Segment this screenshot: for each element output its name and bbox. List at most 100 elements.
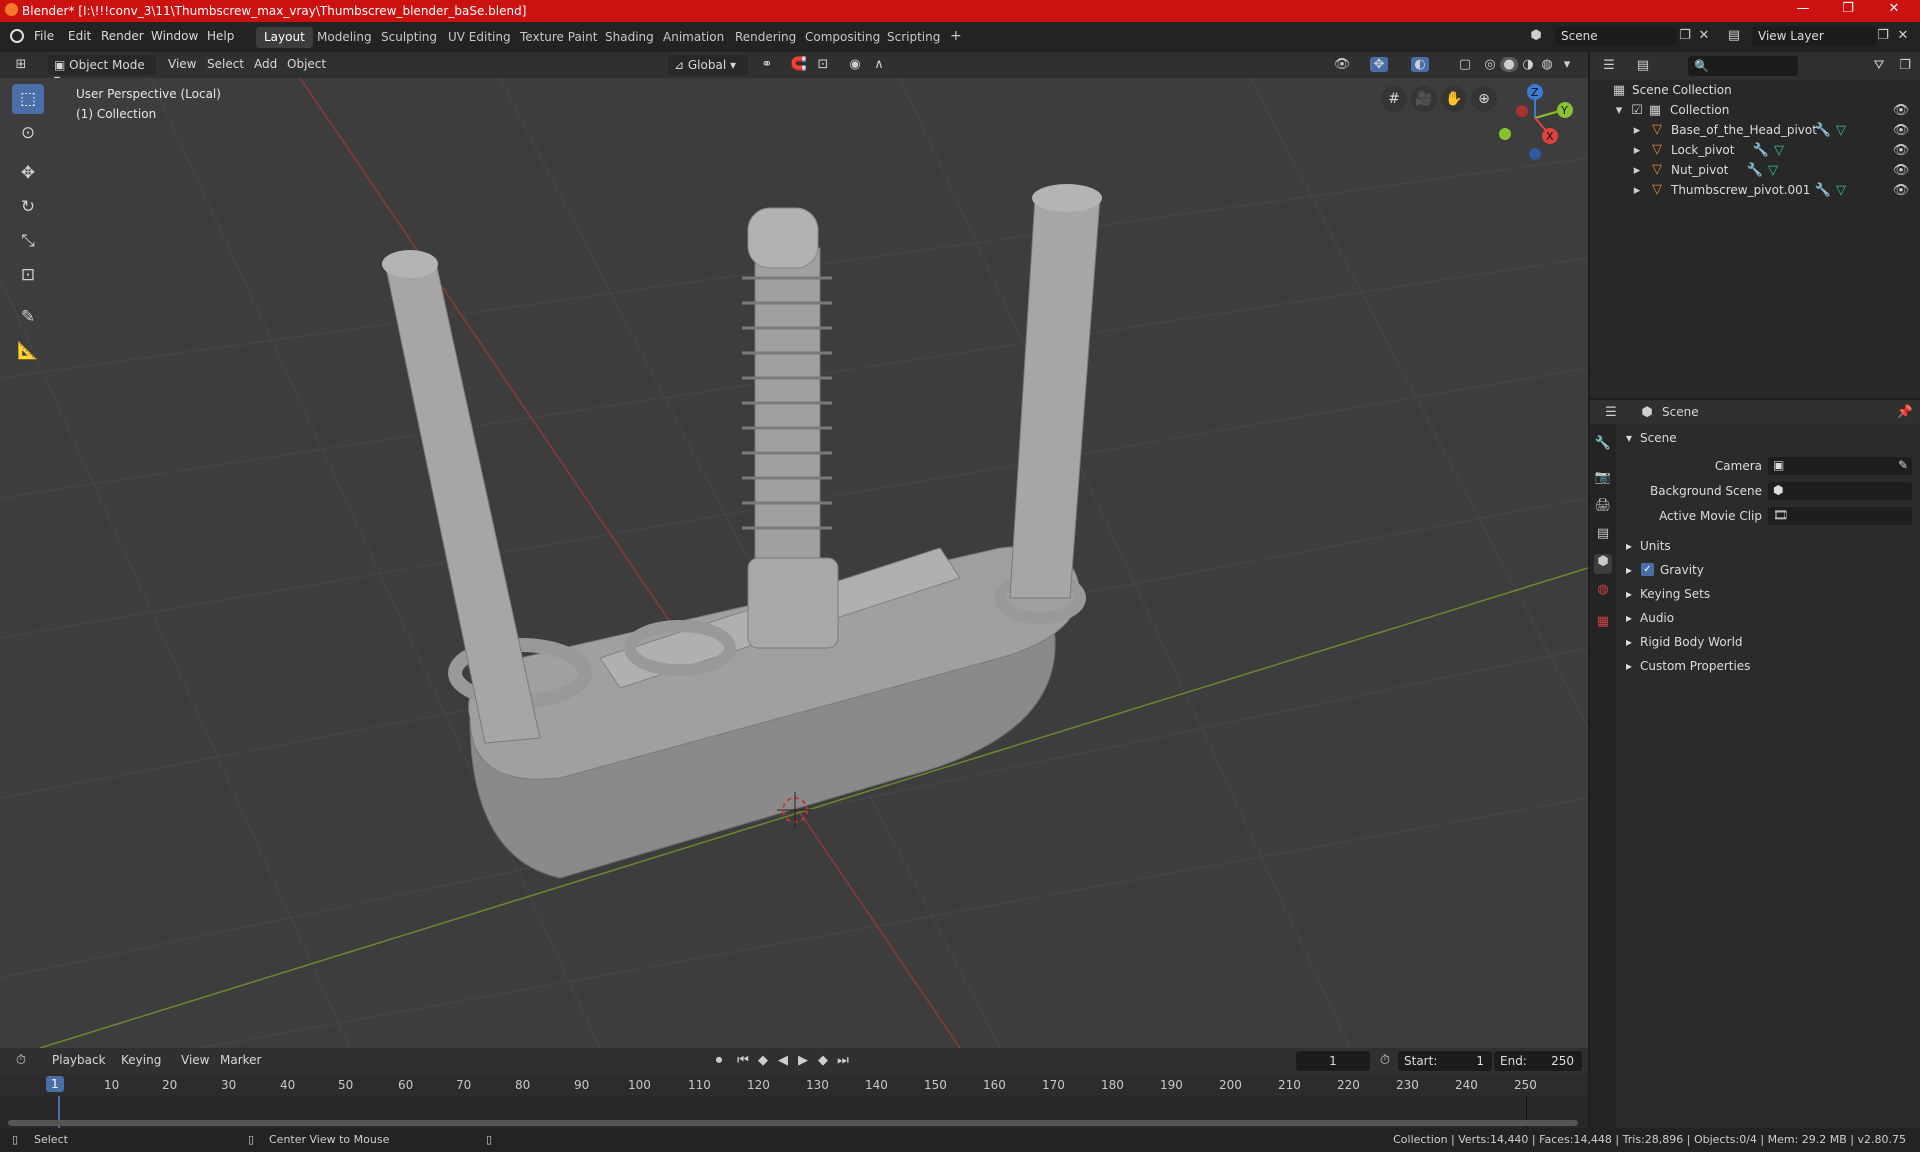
transform-tool-icon[interactable]: ⊡ [12, 260, 44, 290]
solid-shading-icon[interactable]: ● [1500, 57, 1518, 72]
tab-scripting[interactable]: Scripting [879, 27, 948, 48]
scene-selector-icon[interactable]: ⬢ [1527, 28, 1545, 43]
select-box-tool-icon[interactable]: ⬚ [12, 84, 44, 114]
visibility-eye-icon[interactable]: 👁 [1892, 183, 1910, 198]
3d-viewport[interactable]: Z Y X # 🎥 ✋ ⊕ [0, 78, 1588, 1048]
outliner-item[interactable]: ▸ ▽ Lock_pivot 🔧 ▽ 👁 [1590, 140, 1920, 160]
expand-arrow-icon[interactable]: ▸ [1628, 123, 1646, 138]
object-mode-dropdown[interactable]: ▣ Object Mode ▾ [48, 55, 156, 86]
delete-view-layer-icon[interactable]: ✕ [1894, 28, 1912, 43]
properties-editor-type-icon[interactable]: ☰ [1602, 405, 1620, 420]
expand-arrow-icon[interactable]: ▸ [1628, 143, 1646, 158]
start-frame-field[interactable]: Start: 1 [1398, 1051, 1492, 1071]
snap-icon[interactable]: 🧲 [790, 57, 808, 72]
menu-help[interactable]: Help [207, 29, 234, 43]
outliner-scene-collection[interactable]: ▦ Scene Collection [1590, 80, 1920, 100]
proportional-edit-icon[interactable]: ◉ [846, 57, 864, 72]
new-collection-icon[interactable]: ❐ [1896, 58, 1914, 73]
world-tab-icon[interactable]: ◍ [1594, 582, 1612, 602]
timeline-menu-view[interactable]: View [181, 1053, 209, 1067]
scene-panel-header[interactable]: ▾ Scene [1622, 428, 1916, 450]
end-frame-field[interactable]: End: 250 [1494, 1051, 1582, 1071]
blender-menu-icon[interactable] [10, 29, 24, 43]
play-reverse-icon[interactable]: ◀ [774, 1053, 792, 1068]
timeline-menu-keying[interactable]: Keying [121, 1053, 161, 1067]
active-movie-clip-field[interactable]: 🎞 [1768, 507, 1912, 525]
tab-modeling[interactable]: Modeling [309, 27, 380, 48]
tab-rendering[interactable]: Rendering [727, 27, 804, 48]
record-icon[interactable]: ⏺ [710, 1053, 728, 1068]
measure-tool-icon[interactable]: 📐 [12, 336, 44, 366]
rendered-shading-icon[interactable]: ◍ [1538, 57, 1556, 72]
viewport-menu-object[interactable]: Object [287, 57, 326, 71]
camera-view-icon[interactable]: 🎥 [1411, 86, 1437, 112]
custom-properties-section[interactable]: ▸ Custom Properties [1622, 656, 1916, 678]
render-tab-icon[interactable]: 📷 [1594, 470, 1612, 490]
timeline-scrollbar[interactable] [8, 1120, 1578, 1126]
pivot-point-icon[interactable]: ⚭ [758, 57, 776, 72]
close-button[interactable]: ✕ [1874, 1, 1914, 16]
transform-orientation-dropdown[interactable]: ⊿ Global ▾ [668, 55, 748, 75]
view-layer-icon[interactable]: ▤ [1725, 28, 1743, 43]
outliner-editor-type-icon[interactable]: ☰ [1600, 58, 1618, 73]
jump-start-icon[interactable]: ⏮ [734, 1053, 752, 1068]
viewport-menu-add[interactable]: Add [254, 57, 277, 71]
rigid-body-world-section[interactable]: ▸ Rigid Body World [1622, 632, 1916, 654]
menu-render[interactable]: Render [101, 29, 144, 43]
menu-window[interactable]: Window [151, 29, 198, 43]
navigation-gizmo[interactable]: Z Y X [1499, 84, 1573, 160]
play-icon[interactable]: ▶ [794, 1053, 812, 1068]
add-workspace-button[interactable]: + [942, 25, 970, 46]
gravity-section[interactable]: ▸ ✓ Gravity [1622, 560, 1916, 582]
pan-view-icon[interactable]: ✋ [1441, 86, 1467, 112]
audio-section[interactable]: ▸ Audio [1622, 608, 1916, 630]
rotate-tool-icon[interactable]: ↻ [12, 192, 44, 222]
overlay-toggle-icon[interactable]: ◐ [1411, 57, 1429, 72]
outliner-search-input[interactable]: 🔍 [1688, 56, 1798, 76]
xray-toggle-icon[interactable]: ▢ [1456, 57, 1474, 72]
visibility-icon[interactable]: 👁 [1333, 57, 1351, 72]
scene-tab-icon[interactable]: ⬢ [1594, 554, 1612, 574]
display-mode-icon[interactable]: ▤ [1634, 58, 1652, 73]
tab-animation[interactable]: Animation [655, 27, 732, 48]
menu-edit[interactable]: Edit [68, 29, 91, 43]
menu-file[interactable]: File [34, 29, 54, 43]
tool-tab-icon[interactable]: 🔧 [1594, 436, 1612, 456]
thumbscrew-model[interactable] [382, 184, 1102, 879]
move-tool-icon[interactable]: ✥ [12, 158, 44, 188]
view-layer-tab-icon[interactable]: ▤ [1594, 526, 1612, 546]
view-layer-field[interactable]: View Layer [1752, 26, 1876, 46]
visibility-eye-icon[interactable]: 👁 [1892, 163, 1910, 178]
eyedropper-icon[interactable]: ✎ [1898, 458, 1908, 472]
new-scene-icon[interactable]: ❐ [1676, 28, 1694, 43]
frame-tick-current[interactable]: 1 [46, 1076, 64, 1092]
expand-arrow-icon[interactable]: ▾ [1610, 103, 1628, 118]
pin-icon[interactable]: 📌 [1896, 405, 1914, 420]
tab-sculpting[interactable]: Sculpting [373, 27, 445, 48]
jump-end-icon[interactable]: ⏭ [834, 1053, 852, 1068]
collection-checkbox-icon[interactable]: ☑ [1628, 103, 1646, 118]
tab-texture-paint[interactable]: Texture Paint [512, 27, 605, 48]
falloff-icon[interactable]: ∧ [870, 57, 888, 72]
tab-layout[interactable]: Layout [256, 27, 313, 48]
visibility-eye-icon[interactable]: 👁 [1892, 143, 1910, 158]
next-keyframe-icon[interactable]: ◆ [814, 1053, 832, 1068]
snap-target-icon[interactable]: ⊡ [814, 57, 832, 72]
outliner-item[interactable]: ▸ ▽ Base_of_the_Head_pivot 🔧 ▽ 👁 [1590, 120, 1920, 140]
shading-options-icon[interactable]: ▾ [1558, 57, 1576, 72]
prev-keyframe-icon[interactable]: ◆ [754, 1053, 772, 1068]
expand-arrow-icon[interactable]: ▸ [1628, 163, 1646, 178]
camera-field[interactable]: ▣ ✎ [1768, 457, 1912, 475]
tab-shading[interactable]: Shading [597, 27, 662, 48]
filter-icon[interactable]: ⛛ [1870, 58, 1888, 73]
cursor-tool-icon[interactable]: ⊙ [12, 118, 44, 148]
material-shading-icon[interactable]: ◑ [1519, 57, 1537, 72]
outliner-item[interactable]: ▸ ▽ Thumbscrew_pivot.001 🔧 ▽ 👁 [1590, 180, 1920, 200]
visibility-eye-icon[interactable]: 👁 [1892, 103, 1910, 118]
scene-field[interactable]: Scene [1555, 26, 1677, 46]
timer-icon[interactable]: ⏱ [1376, 1053, 1394, 1068]
gravity-checkbox[interactable]: ✓ [1641, 563, 1654, 576]
timeline-menu-marker[interactable]: Marker [220, 1053, 261, 1067]
tab-uv-editing[interactable]: UV Editing [440, 27, 519, 48]
zoom-view-icon[interactable]: ⊕ [1471, 86, 1497, 112]
